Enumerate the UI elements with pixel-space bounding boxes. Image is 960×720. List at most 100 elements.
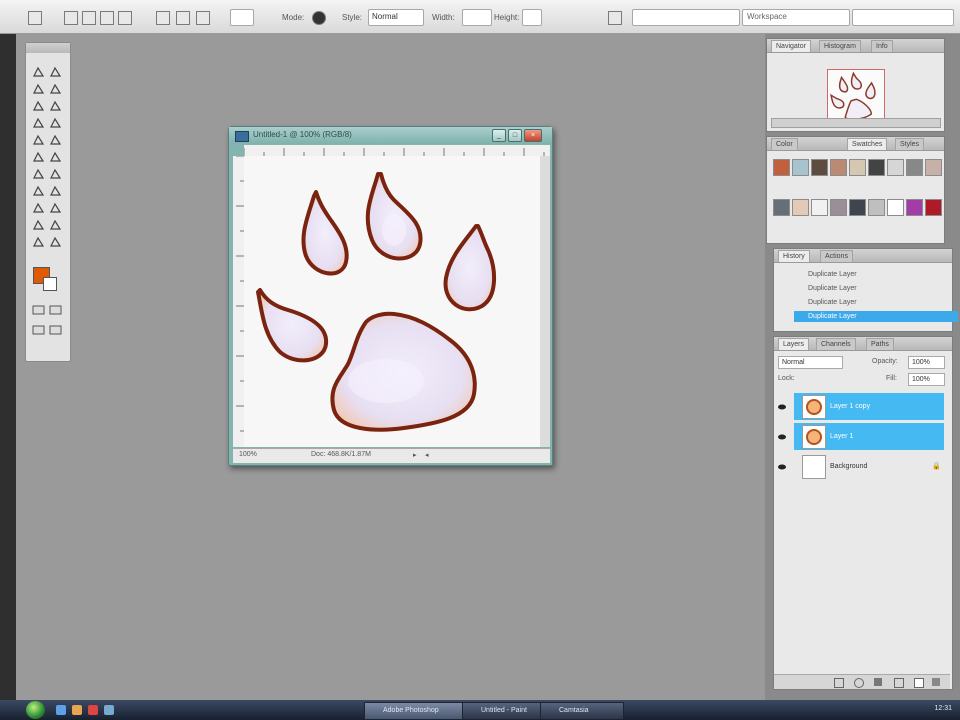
type-icon[interactable] (49, 185, 62, 197)
shape-icon[interactable] (196, 11, 210, 25)
color-swatch[interactable] (792, 159, 809, 176)
background-color-swatch[interactable] (43, 277, 57, 291)
color-swatch[interactable] (887, 159, 904, 176)
color-swatch[interactable] (792, 199, 809, 216)
maximize-button[interactable]: □ (508, 129, 522, 142)
tab-history[interactable]: History (778, 250, 810, 262)
color-swatch[interactable] (906, 159, 923, 176)
eye-icon[interactable] (778, 463, 786, 471)
eyedropper-icon[interactable] (49, 219, 62, 231)
opacity-field[interactable]: 100% (908, 356, 945, 369)
tab-channels[interactable]: Channels (816, 338, 856, 350)
navigator-zoom-slider[interactable] (771, 118, 941, 128)
color-swatch[interactable] (830, 159, 847, 176)
tab-actions[interactable]: Actions (820, 250, 853, 262)
subtract-selection-icon[interactable] (100, 11, 114, 25)
layer-row[interactable]: Layer 1 (794, 423, 944, 450)
color-swatch[interactable] (906, 199, 923, 216)
clone-stamp-icon[interactable] (32, 134, 45, 146)
blur-icon[interactable] (32, 168, 45, 180)
quicklaunch-icon[interactable] (88, 705, 98, 715)
workspace-select[interactable]: Workspace (742, 9, 850, 26)
new-layer-icon[interactable] (914, 678, 924, 688)
dodge-icon[interactable] (49, 168, 62, 180)
windows-start-icon[interactable] (26, 701, 45, 719)
quicklaunch-icon[interactable] (72, 705, 82, 715)
gradient-icon[interactable] (49, 151, 62, 163)
quicklaunch-icon[interactable] (104, 705, 114, 715)
eraser-icon[interactable] (32, 151, 45, 163)
color-swatch[interactable] (773, 159, 790, 176)
color-swatch[interactable] (925, 199, 942, 216)
zoom-level[interactable]: 100% (239, 451, 257, 458)
intersect-selection-icon[interactable] (118, 11, 132, 25)
color-swatch[interactable] (849, 199, 866, 216)
tab-swatches[interactable]: Swatches (847, 138, 888, 150)
layer-row[interactable]: Background 🔒 (794, 453, 944, 480)
width-field[interactable] (462, 9, 492, 26)
mode-icon[interactable] (312, 11, 326, 25)
navigator-thumbnail[interactable] (827, 69, 885, 125)
link-icon[interactable] (834, 678, 844, 688)
layer-row[interactable]: Layer 1 copy (794, 393, 944, 420)
history-brush-icon[interactable] (49, 134, 62, 146)
document-titlebar[interactable]: Untitled-1 @ 100% (RGB/8) _ □ × (229, 127, 552, 144)
magic-wand-icon[interactable] (49, 83, 62, 95)
trash-icon[interactable] (932, 678, 940, 686)
crop-icon[interactable] (32, 100, 45, 112)
shape-picker[interactable] (230, 9, 254, 26)
vertical-scrollbar[interactable] (540, 156, 550, 447)
file-browser-field[interactable] (632, 9, 740, 26)
color-swatch[interactable] (868, 199, 885, 216)
tab-info[interactable]: Info (871, 40, 893, 52)
taskbar-button[interactable]: Camtasia (540, 702, 624, 720)
history-item[interactable]: Duplicate Layer (794, 269, 958, 280)
tab-paths[interactable]: Paths (866, 338, 894, 350)
history-item[interactable]: Duplicate Layer (794, 297, 958, 308)
tab-color[interactable]: Color (771, 138, 798, 150)
zoom-icon[interactable] (49, 236, 62, 248)
color-swatch[interactable] (773, 199, 790, 216)
slice-icon[interactable] (49, 100, 62, 112)
minimize-button[interactable]: _ (492, 129, 506, 142)
color-swatch[interactable] (868, 159, 885, 176)
search-field[interactable] (852, 9, 954, 26)
toolbox-grabber[interactable] (26, 43, 70, 53)
history-item[interactable]: Duplicate Layer (794, 283, 958, 294)
color-swatch[interactable] (925, 159, 942, 176)
mask-icon[interactable] (874, 678, 882, 686)
tab-styles[interactable]: Styles (895, 138, 925, 150)
taskbar-button[interactable]: Adobe Photoshop (364, 702, 478, 720)
jump-to-icon[interactable] (32, 324, 45, 336)
fx-icon[interactable] (854, 678, 864, 688)
scroll-left-icon[interactable]: ◂ (425, 451, 429, 459)
tab-navigator[interactable]: Navigator (771, 40, 811, 52)
eye-icon[interactable] (778, 433, 786, 441)
history-item-selected[interactable]: Duplicate Layer (794, 311, 958, 322)
shape-icon[interactable] (176, 11, 190, 25)
shape-icon[interactable] (49, 202, 62, 214)
view-icon[interactable] (49, 324, 62, 336)
height-field[interactable] (522, 9, 542, 26)
pen-icon[interactable] (32, 202, 45, 214)
tab-layers[interactable]: Layers (778, 338, 810, 350)
healing-icon[interactable] (32, 117, 45, 129)
color-swatch[interactable] (811, 159, 828, 176)
quickmask-icon[interactable] (49, 304, 62, 316)
color-swatch[interactable] (887, 199, 904, 216)
move-icon[interactable] (32, 66, 45, 78)
style-select[interactable]: Normal (368, 9, 424, 26)
eye-icon[interactable] (778, 403, 786, 411)
path-select-icon[interactable] (32, 185, 45, 197)
hand-icon[interactable] (32, 236, 45, 248)
quicklaunch-icon[interactable] (56, 705, 66, 715)
tool-preset-icon[interactable] (28, 11, 42, 25)
path-ops-icon[interactable] (156, 11, 170, 25)
document-canvas[interactable] (244, 156, 540, 447)
tab-histogram[interactable]: Histogram (819, 40, 861, 52)
blend-mode-select[interactable]: Normal (778, 356, 843, 369)
notes-icon[interactable] (32, 219, 45, 231)
color-swatch[interactable] (811, 199, 828, 216)
lasso-icon[interactable] (32, 83, 45, 95)
close-button[interactable]: × (524, 129, 542, 142)
